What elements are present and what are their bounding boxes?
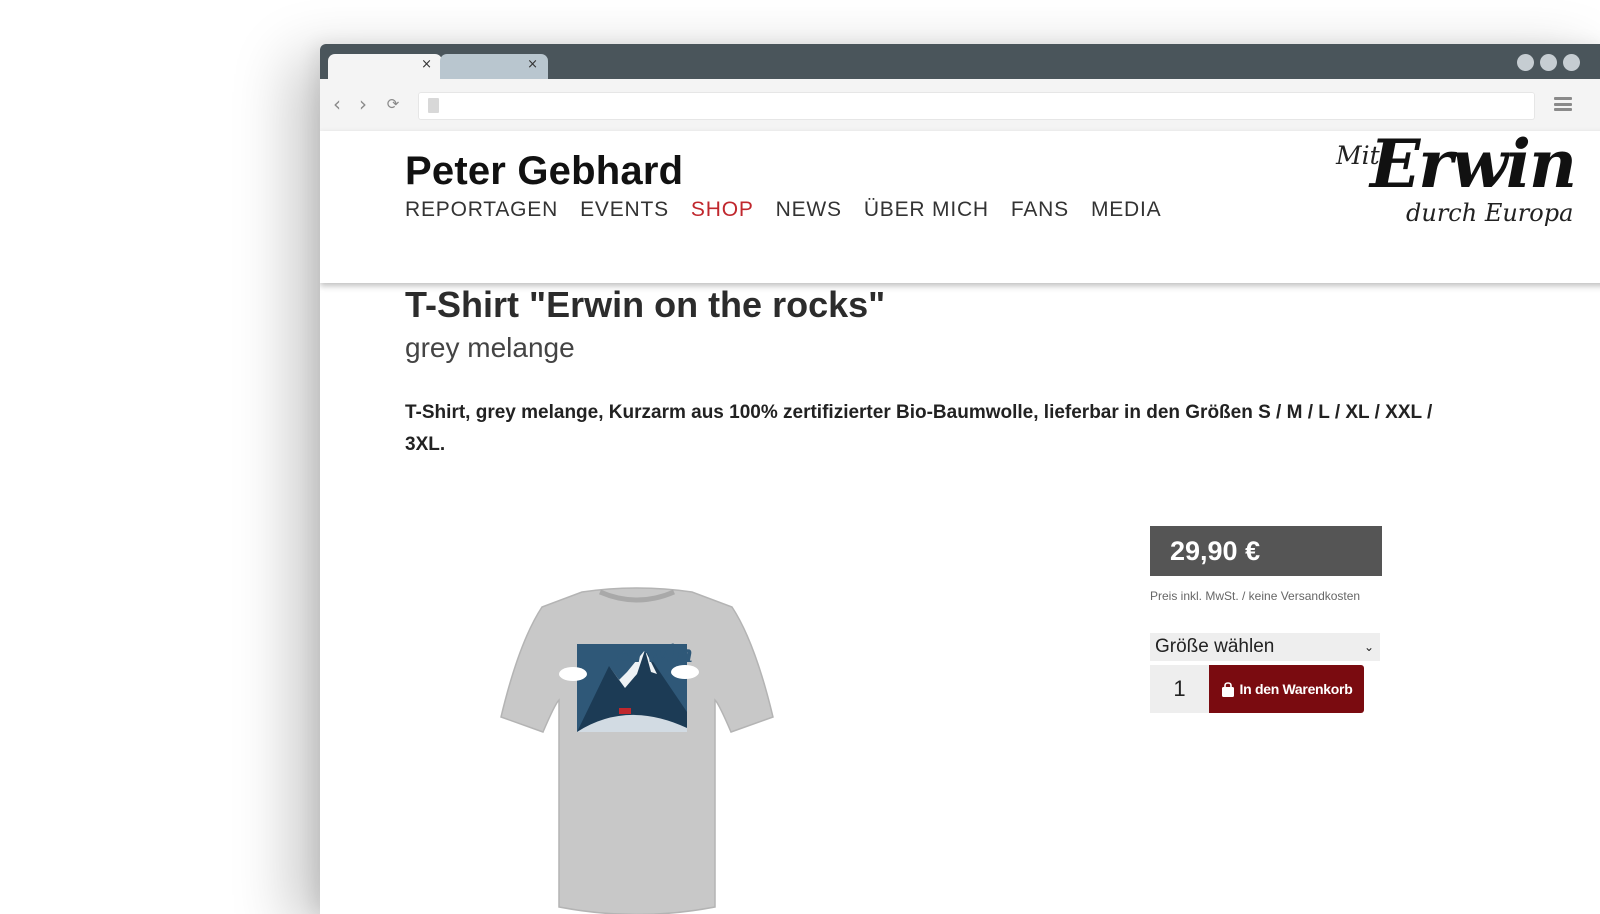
quantity-input[interactable]: 1 [1150,665,1209,713]
tab-close-icon[interactable]: × [527,58,538,72]
size-select-label: Größe wählen [1155,636,1275,657]
tab-close-icon[interactable]: × [421,58,432,72]
window-close-button[interactable] [1563,54,1580,71]
window-maximize-button[interactable] [1540,54,1557,71]
product-title: T-Shirt "Erwin on the rocks" [405,284,886,325]
browser-menu-icon[interactable] [1554,97,1572,111]
tshirt-product-image[interactable]: Erwin [487,582,787,914]
nav-item-media[interactable]: MEDIA [1091,198,1162,222]
shopping-bag-icon [1221,681,1234,697]
nav-item-ueber-mich[interactable]: ÜBER MICH [864,198,989,222]
product-description: T-Shirt, grey melange, Kurzarm aus 100% … [405,402,1433,455]
window-minimize-button[interactable] [1517,54,1534,71]
browser-tab-inactive[interactable]: × [440,54,548,79]
chevron-down-icon: ⌄ [1363,640,1374,654]
address-bar[interactable] [418,92,1535,120]
site-title[interactable]: Peter Gebhard [405,149,683,194]
forward-icon[interactable]: › [354,94,372,114]
reload-icon[interactable]: ⟳ [384,96,402,114]
browser-toolbar: ‹ › ⟳ [320,79,1600,131]
browser-window: × × ‹ › ⟳ Peter Gebhard REPORTAGEN EVENT… [320,44,1600,914]
price-note: Preis inkl. MwSt. / keine Versandkosten [1150,589,1361,603]
add-to-cart-button[interactable]: In den Warenkorb [1209,665,1364,713]
site-header: Peter Gebhard REPORTAGEN EVENTS SHOP NEW… [320,125,1600,283]
nav-item-news[interactable]: NEWS [776,198,842,222]
main-nav: REPORTAGEN EVENTS SHOP NEWS ÜBER MICH FA… [405,198,1161,222]
browser-titlebar: × × [320,44,1600,79]
nav-item-reportagen[interactable]: REPORTAGEN [405,198,558,222]
nav-item-shop[interactable]: SHOP [691,198,754,222]
tshirt-print-text: Erwin [614,639,693,668]
page-icon [428,98,439,113]
logo-erwin-text: Erwin [1370,125,1577,203]
price-box: 29,90 € [1150,526,1382,576]
add-to-cart-label: In den Warenkorb [1239,681,1353,697]
product-subtitle: grey melange [405,332,575,363]
nav-item-fans[interactable]: FANS [1011,198,1069,222]
logo-durch-europa-text: durch Europa [1406,199,1574,227]
back-icon[interactable]: ‹ [328,94,346,114]
size-select[interactable]: Größe wählen ⌄ [1150,633,1380,661]
nav-item-events[interactable]: EVENTS [580,198,669,222]
window-controls [1517,54,1580,71]
mit-erwin-logo[interactable]: Mit Erwin durch Europa [1334,125,1584,233]
browser-tab-active[interactable]: × [328,54,442,79]
